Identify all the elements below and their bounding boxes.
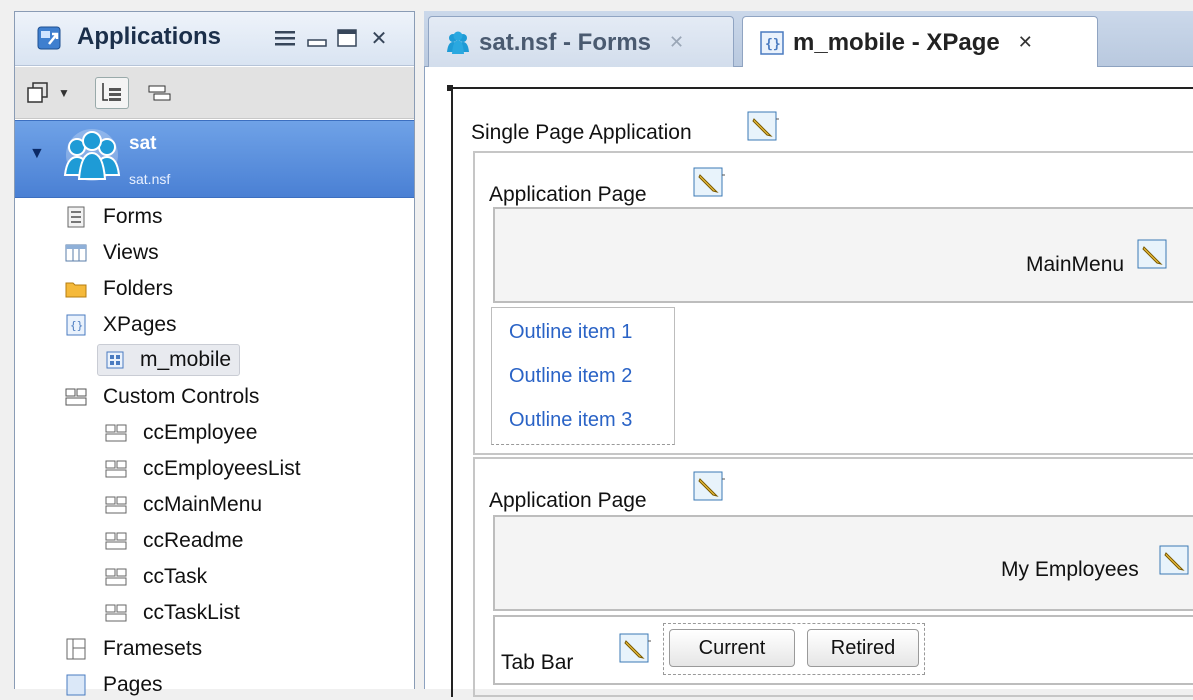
tree-item-label: ccReadme: [143, 529, 244, 552]
tree-item-framesets[interactable]: Framesets: [65, 634, 202, 664]
svg-text:{}: {}: [765, 37, 781, 52]
tab-bar-label: Tab Bar: [501, 651, 574, 674]
tree-item-label: ccEmployee: [143, 421, 258, 444]
custom-control-icon: [65, 386, 87, 408]
tree-item-label: m_mobile: [140, 348, 232, 371]
close-icon[interactable]: ✕: [669, 32, 684, 53]
tab-m-mobile-xpage[interactable]: {} m_mobile - XPage ✕: [742, 16, 1098, 68]
tree-item-folders[interactable]: Folders: [65, 274, 173, 304]
tree-item-label: XPages: [103, 313, 177, 336]
tree-root-sat[interactable]: ▼ sat sat.nsf: [15, 120, 414, 198]
app-users-icon: [63, 129, 121, 181]
tree-item-cctasklist[interactable]: ccTaskList: [105, 598, 240, 628]
tree-item-cctask[interactable]: ccTask: [105, 562, 207, 592]
tree-item-ccreadme[interactable]: ccReadme: [105, 526, 243, 556]
tree-item-label: ccMainMenu: [143, 493, 263, 516]
outline-item-3[interactable]: Outline item 3: [509, 409, 632, 432]
panel-header: Applications ✕: [15, 12, 414, 66]
tree-item-pages[interactable]: Pages: [65, 670, 163, 700]
maximize-icon[interactable]: [335, 26, 359, 50]
tree-item-m-mobile[interactable]: m_mobile: [97, 344, 241, 376]
folder-icon: [65, 278, 87, 300]
close-icon[interactable]: ✕: [367, 26, 391, 50]
application-page-label: Application Page: [489, 183, 647, 206]
outline-item-2[interactable]: Outline item 2: [509, 365, 632, 388]
custom-control-icon: [105, 458, 127, 480]
xpage-icon: [104, 349, 126, 371]
applications-icon: [37, 26, 61, 50]
app-filename: sat.nsf: [129, 171, 171, 187]
editor-tab-strip: sat.nsf - Forms ✕ {} m_mobile - XPage ✕: [424, 11, 1193, 68]
close-icon[interactable]: ✕: [1018, 32, 1033, 53]
minimize-icon[interactable]: [305, 26, 329, 50]
tree-item-ccemployee[interactable]: ccEmployee: [105, 418, 257, 448]
edit-pencil-icon[interactable]: [747, 111, 779, 143]
edit-pencil-icon[interactable]: [1137, 239, 1169, 271]
svg-text:{}: {}: [70, 319, 83, 332]
expand-arrow-icon[interactable]: ▼: [29, 145, 45, 163]
edit-pencil-icon[interactable]: [1159, 545, 1191, 577]
tab-label: m_mobile - XPage: [793, 28, 1000, 56]
app-name: sat: [129, 133, 157, 154]
tree-item-label: ccTaskList: [143, 601, 240, 624]
custom-control-icon: [105, 494, 127, 516]
edit-pencil-icon[interactable]: [693, 471, 725, 503]
panel-title: Applications: [77, 23, 222, 50]
tree-item-forms[interactable]: Forms: [65, 202, 163, 232]
list-view-icon[interactable]: [143, 77, 177, 109]
application-page-label: Application Page: [489, 489, 647, 512]
heading-label: My Employees: [1001, 558, 1139, 581]
new-app-icon[interactable]: [23, 77, 53, 109]
page-icon: [65, 674, 87, 696]
tree-item-label: Custom Controls: [103, 385, 260, 408]
panel-toolbar: ▼: [15, 67, 414, 119]
custom-control-icon: [105, 422, 127, 444]
custom-control-icon: [105, 602, 127, 624]
tree-item-views[interactable]: Views: [65, 238, 159, 268]
view-icon: [65, 242, 87, 264]
app-icon: [445, 30, 471, 56]
form-icon: [65, 206, 87, 228]
single-page-app-label: Single Page Application: [471, 121, 692, 144]
tab-label: sat.nsf - Forms: [479, 28, 652, 56]
dropdown-arrow-icon[interactable]: ▼: [55, 77, 73, 109]
frameset-icon: [65, 638, 87, 660]
tree-item-ccmainmenu[interactable]: ccMainMenu: [105, 490, 262, 520]
custom-control-icon: [105, 566, 127, 588]
custom-control-icon: [105, 530, 127, 552]
edit-pencil-icon[interactable]: [693, 167, 725, 199]
tree-item-label: Framesets: [103, 637, 203, 660]
edit-pencil-icon[interactable]: [619, 633, 651, 665]
menu-icon[interactable]: [273, 26, 297, 50]
xpage-design-canvas[interactable]: Single Page Application Application Page…: [424, 67, 1193, 697]
tab-bar-buttons-frame: [663, 623, 925, 675]
tree-item-ccemployeeslist[interactable]: ccEmployeesList: [105, 454, 301, 484]
xpage-icon: {}: [759, 30, 785, 56]
tree-item-label: Pages: [103, 673, 163, 696]
tree-item-label: Forms: [103, 205, 163, 228]
tree-item-label: Folders: [103, 277, 174, 300]
tree-item-custom-controls[interactable]: Custom Controls: [65, 382, 259, 412]
heading-label: MainMenu: [1026, 253, 1125, 276]
applications-panel: Applications ✕ ▼ ▼ sat sat.nsf Forms Vie…: [14, 11, 415, 696]
outline-item-1[interactable]: Outline item 1: [509, 321, 632, 344]
tree-item-label: ccEmployeesList: [143, 457, 301, 480]
xpage-icon: {}: [65, 314, 87, 336]
tree-item-label: ccTask: [143, 565, 208, 588]
tree-item-label: Views: [103, 241, 159, 264]
tree-view-icon[interactable]: [95, 77, 129, 109]
tree-item-xpages[interactable]: {} XPages: [65, 310, 177, 340]
tab-sat-forms[interactable]: sat.nsf - Forms ✕: [428, 16, 734, 68]
